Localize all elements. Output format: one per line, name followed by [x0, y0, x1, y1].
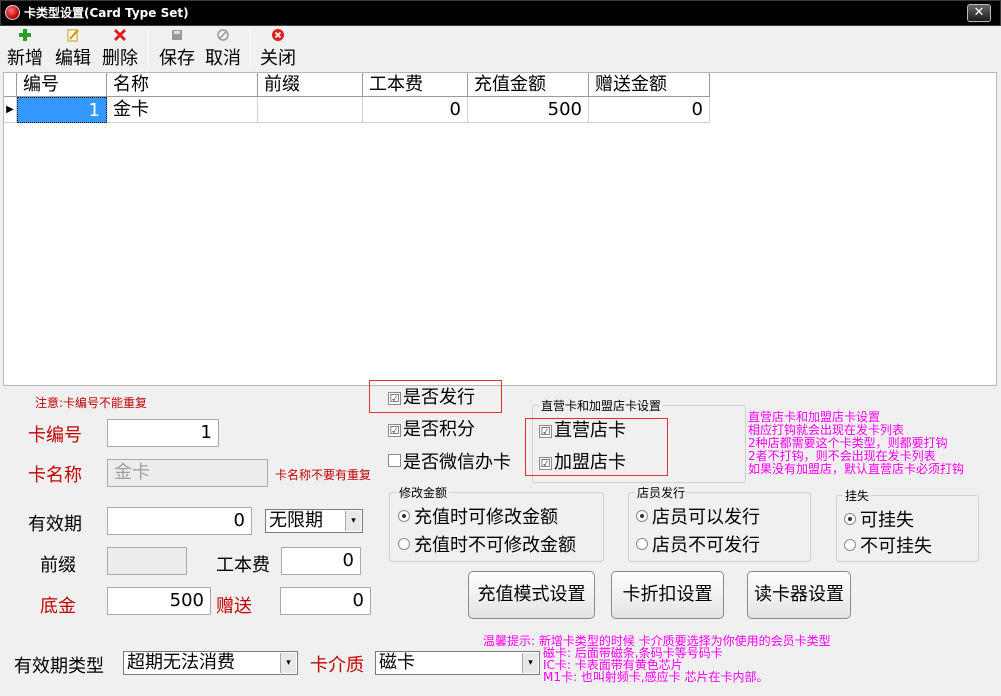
gift-input[interactable]: 0	[280, 587, 371, 615]
close-button[interactable]: 关闭	[257, 26, 299, 72]
prefix-input[interactable]	[107, 547, 187, 575]
staff-issue-group-title: 店员发行	[635, 484, 688, 501]
column-header-recharge[interactable]: 充值金额	[468, 73, 589, 97]
checkbox-empty-icon	[388, 454, 401, 467]
add-button[interactable]: 新增	[4, 26, 46, 72]
validity-unit-value: 无限期	[269, 510, 323, 531]
edit-button[interactable]: 编辑	[52, 26, 94, 72]
gift-label: 赠送	[216, 596, 252, 617]
validity-type-select[interactable]: 超期无法消费 ▾	[123, 651, 298, 675]
cost-input[interactable]: 0	[281, 547, 361, 575]
validity-unit-select[interactable]: 无限期 ▾	[265, 509, 363, 533]
base-amount-input[interactable]: 500	[107, 587, 211, 615]
table-cell-name[interactable]: 金卡	[107, 97, 258, 123]
card-name-input[interactable]: 金卡	[107, 459, 268, 487]
radio-selected-icon	[636, 510, 648, 522]
issue-checkbox[interactable]: ☑ 是否发行	[388, 387, 475, 409]
delete-icon	[99, 28, 141, 48]
column-header-gift[interactable]: 赠送金额	[589, 73, 710, 97]
card-medium-label: 卡介质	[310, 655, 364, 676]
cannot-report-loss-radio[interactable]: 不可挂失	[844, 536, 932, 558]
save-button[interactable]: 保存	[156, 26, 198, 72]
check-icon: ☑	[539, 457, 552, 470]
validity-type-value: 超期无法消费	[127, 652, 235, 673]
radio-empty-icon	[398, 538, 410, 550]
staff-cannot-issue-radio[interactable]: 店员不可发行	[636, 535, 760, 557]
delete-button[interactable]: 删除	[99, 26, 141, 72]
check-icon: ☑	[388, 392, 401, 405]
validity-input[interactable]: 0	[107, 507, 252, 535]
radio-empty-icon	[636, 538, 648, 550]
save-icon	[156, 28, 198, 48]
amount-editable-radio[interactable]: 充值时可修改金额	[398, 507, 558, 529]
toolbar-separator	[250, 30, 251, 68]
chevron-down-icon[interactable]: ▾	[280, 653, 296, 673]
column-header-no[interactable]: 编号	[17, 73, 107, 97]
recharge-mode-settings-button[interactable]: 充值模式设置	[468, 571, 595, 619]
window-close-button[interactable]: ✕	[967, 4, 991, 22]
tip-line: M1卡: 也叫射频卡,感应卡 芯片在卡内部。	[543, 670, 769, 684]
can-report-loss-radio[interactable]: 可挂失	[844, 510, 914, 532]
card-reader-settings-button[interactable]: 读卡器设置	[747, 571, 851, 619]
wechat-card-checkbox[interactable]: 是否微信办卡	[388, 452, 511, 474]
store-note-line: 如果没有加盟店，默认直营店卡必须打钩	[748, 462, 965, 476]
store-card-group-title: 直营卡和加盟店卡设置	[539, 397, 664, 414]
chevron-down-icon[interactable]: ▾	[345, 511, 361, 531]
cancel-button[interactable]: 取消	[202, 26, 244, 72]
column-header-name[interactable]: 名称	[107, 73, 258, 97]
plus-icon	[4, 28, 46, 48]
base-amount-label: 底金	[40, 596, 76, 617]
radio-empty-icon	[844, 539, 856, 551]
card-no-input[interactable]: 1	[107, 419, 219, 447]
table-cell-cost[interactable]: 0	[363, 97, 468, 123]
card-name-label: 卡名称	[28, 465, 82, 486]
table-cell-prefix[interactable]	[258, 97, 363, 123]
table-cell-gift[interactable]: 0	[589, 97, 710, 123]
card-discount-settings-button[interactable]: 卡折扣设置	[611, 571, 724, 619]
toolbar: 新增 编辑 删除 保存 取消 关闭	[0, 26, 1001, 72]
card-medium-value: 磁卡	[379, 652, 415, 673]
card-no-notice: 注意:卡编号不能重复	[35, 396, 148, 410]
cancel-icon	[202, 28, 244, 48]
grid-corner	[4, 73, 17, 97]
table-cell-no[interactable]: 1	[17, 97, 107, 123]
card-name-hint: 卡名称不要有重复	[275, 468, 372, 482]
staff-can-issue-radio[interactable]: 店员可以发行	[636, 507, 760, 529]
row-indicator-icon[interactable]: ▶	[4, 97, 17, 123]
card-no-label: 卡编号	[28, 425, 82, 446]
radio-selected-icon	[398, 510, 410, 522]
card-medium-select[interactable]: 磁卡 ▾	[375, 651, 540, 675]
close-circle-icon	[257, 28, 299, 48]
franchise-store-checkbox[interactable]: ☑ 加盟店卡	[539, 452, 626, 474]
prefix-label: 前缀	[40, 555, 76, 576]
table-cell-recharge[interactable]: 500	[468, 97, 589, 123]
toolbar-separator	[148, 30, 149, 68]
window-title: 卡类型设置(Card Type Set)	[24, 6, 189, 20]
chevron-down-icon[interactable]: ▾	[522, 653, 538, 673]
app-icon	[5, 5, 20, 20]
points-checkbox[interactable]: ☑ 是否积分	[388, 419, 475, 441]
validity-label: 有效期	[28, 514, 82, 535]
modify-amount-group-title: 修改金额	[397, 484, 450, 501]
validity-type-label: 有效期类型	[14, 656, 104, 677]
check-icon: ☑	[539, 425, 552, 438]
check-icon: ☑	[388, 424, 401, 437]
report-loss-group-title: 挂失	[843, 487, 872, 504]
column-header-prefix[interactable]: 前缀	[258, 73, 363, 97]
cost-label: 工本费	[216, 555, 270, 576]
edit-icon	[52, 28, 94, 48]
column-header-cost[interactable]: 工本费	[363, 73, 468, 97]
direct-store-checkbox[interactable]: ☑ 直营店卡	[539, 420, 626, 442]
radio-selected-icon	[844, 513, 856, 525]
amount-fixed-radio[interactable]: 充值时不可修改金额	[398, 535, 576, 557]
